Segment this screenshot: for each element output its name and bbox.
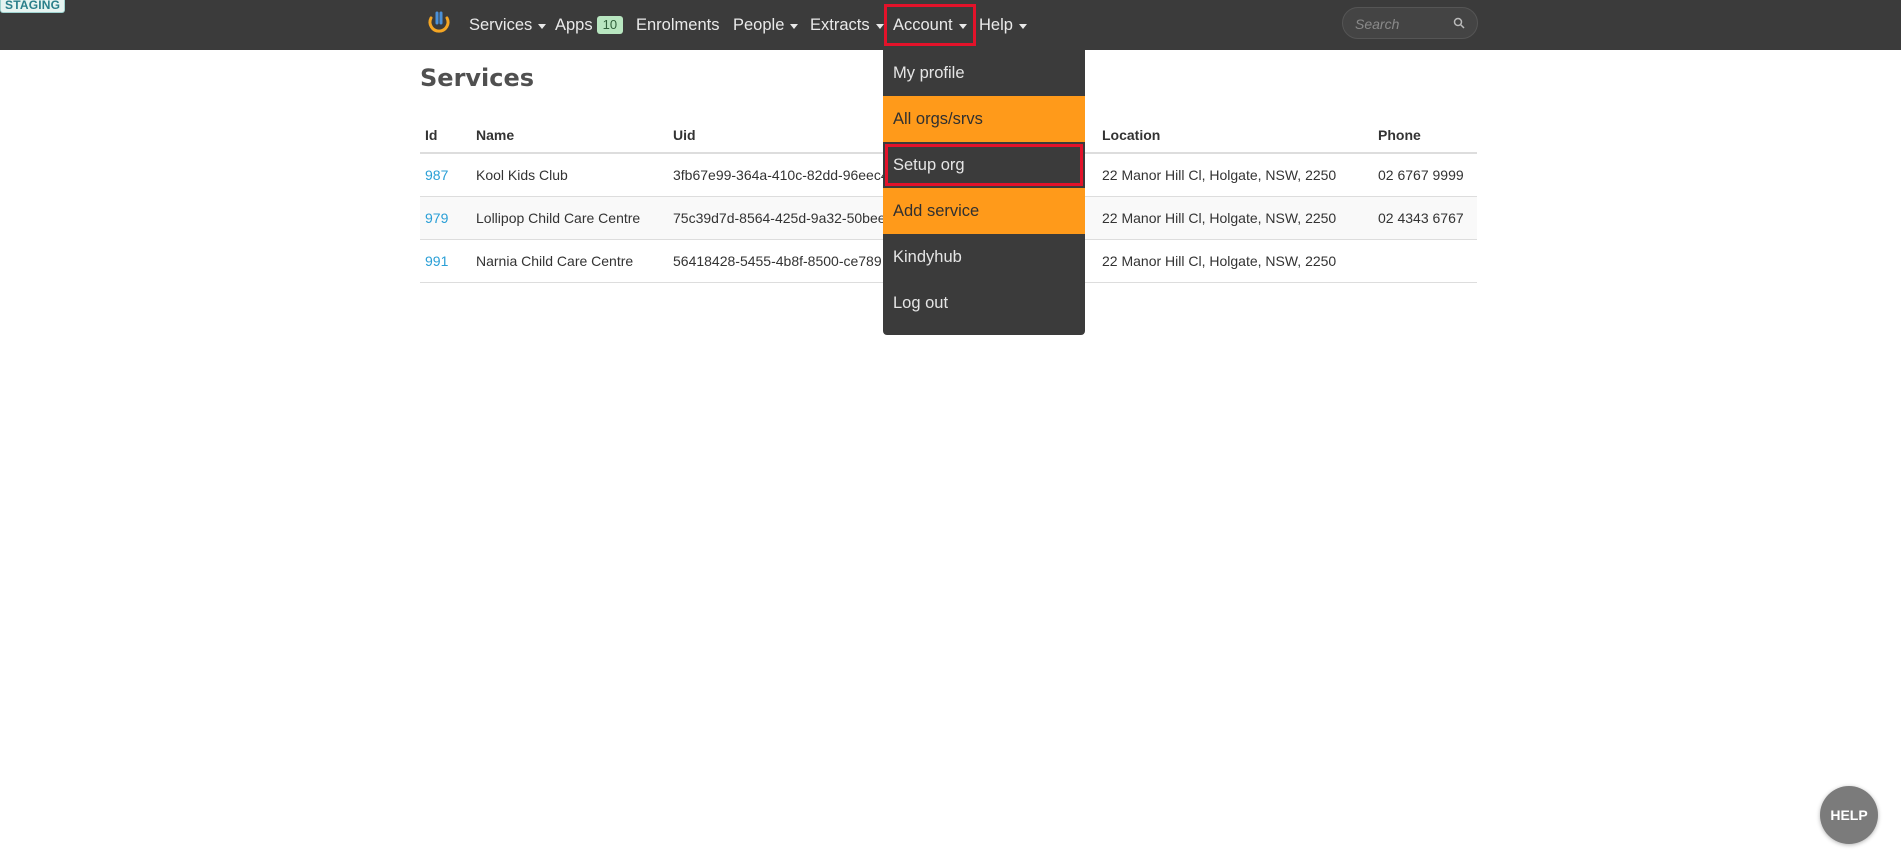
header-name[interactable]: Name bbox=[471, 118, 668, 154]
service-phone: 02 6767 9999 bbox=[1373, 153, 1477, 197]
chevron-down-icon bbox=[875, 23, 884, 29]
nav-account[interactable]: Account bbox=[884, 4, 976, 46]
header-phone[interactable]: Phone bbox=[1373, 118, 1477, 154]
menu-item-all-orgs[interactable]: All orgs/srvs bbox=[883, 96, 1085, 142]
help-button[interactable]: HELP bbox=[1820, 786, 1878, 844]
search-input[interactable] bbox=[1353, 8, 1452, 40]
apps-count-badge: 10 bbox=[596, 16, 624, 34]
header-id[interactable]: Id bbox=[420, 118, 471, 154]
menu-item-log-out[interactable]: Log out bbox=[883, 280, 1085, 326]
menu-item-add-service[interactable]: Add service bbox=[883, 188, 1085, 234]
service-phone: 02 4343 6767 bbox=[1373, 196, 1477, 240]
chevron-down-icon bbox=[538, 23, 547, 29]
service-location: 22 Manor Hill Cl, Holgate, NSW, 2250 bbox=[1097, 239, 1373, 283]
nav-apps[interactable]: Apps 10 bbox=[555, 0, 624, 50]
app-logo-icon[interactable] bbox=[426, 9, 452, 35]
menu-item-setup-org[interactable]: Setup org bbox=[883, 142, 1085, 188]
service-name: Kool Kids Club bbox=[471, 153, 668, 197]
chevron-down-icon bbox=[958, 23, 967, 29]
menu-item-kindyhub[interactable]: Kindyhub bbox=[883, 234, 1085, 280]
service-id-link[interactable]: 979 bbox=[425, 210, 448, 226]
nav-extracts[interactable]: Extracts bbox=[810, 0, 884, 50]
header-location[interactable]: Location bbox=[1097, 118, 1373, 154]
nav-services-label: Services bbox=[469, 15, 533, 34]
nav-help-label: Help bbox=[979, 15, 1013, 34]
staging-badge: STAGING bbox=[0, 0, 66, 13]
service-phone bbox=[1373, 239, 1477, 283]
top-navbar: Services Apps 10 Enrolments People Extrac… bbox=[0, 0, 1901, 50]
nav-account-label: Account bbox=[893, 15, 953, 34]
chevron-down-icon bbox=[790, 23, 799, 29]
nav-extracts-label: Extracts bbox=[810, 15, 870, 34]
service-name: Narnia Child Care Centre bbox=[471, 239, 668, 283]
nav-people[interactable]: People bbox=[733, 0, 799, 50]
service-id-link[interactable]: 987 bbox=[425, 167, 448, 183]
chevron-down-icon bbox=[1018, 23, 1027, 29]
service-location: 22 Manor Hill Cl, Holgate, NSW, 2250 bbox=[1097, 196, 1373, 240]
nav-enrolments[interactable]: Enrolments bbox=[636, 0, 719, 50]
nav-services[interactable]: Services bbox=[469, 0, 547, 50]
account-dropdown-menu: My profile All orgs/srvs Setup org Add s… bbox=[883, 50, 1085, 335]
service-location: 22 Manor Hill Cl, Holgate, NSW, 2250 bbox=[1097, 153, 1373, 197]
nav-people-label: People bbox=[733, 15, 785, 34]
nav-help[interactable]: Help bbox=[979, 0, 1027, 50]
nav-apps-label: Apps bbox=[555, 15, 593, 34]
search-box bbox=[1342, 7, 1478, 40]
service-name: Lollipop Child Care Centre bbox=[471, 196, 668, 240]
menu-item-my-profile[interactable]: My profile bbox=[883, 50, 1085, 96]
search-icon[interactable] bbox=[1453, 17, 1465, 29]
page-title: Services bbox=[420, 64, 535, 92]
nav-enrolments-label: Enrolments bbox=[636, 15, 720, 34]
service-id-link[interactable]: 991 bbox=[425, 253, 448, 269]
